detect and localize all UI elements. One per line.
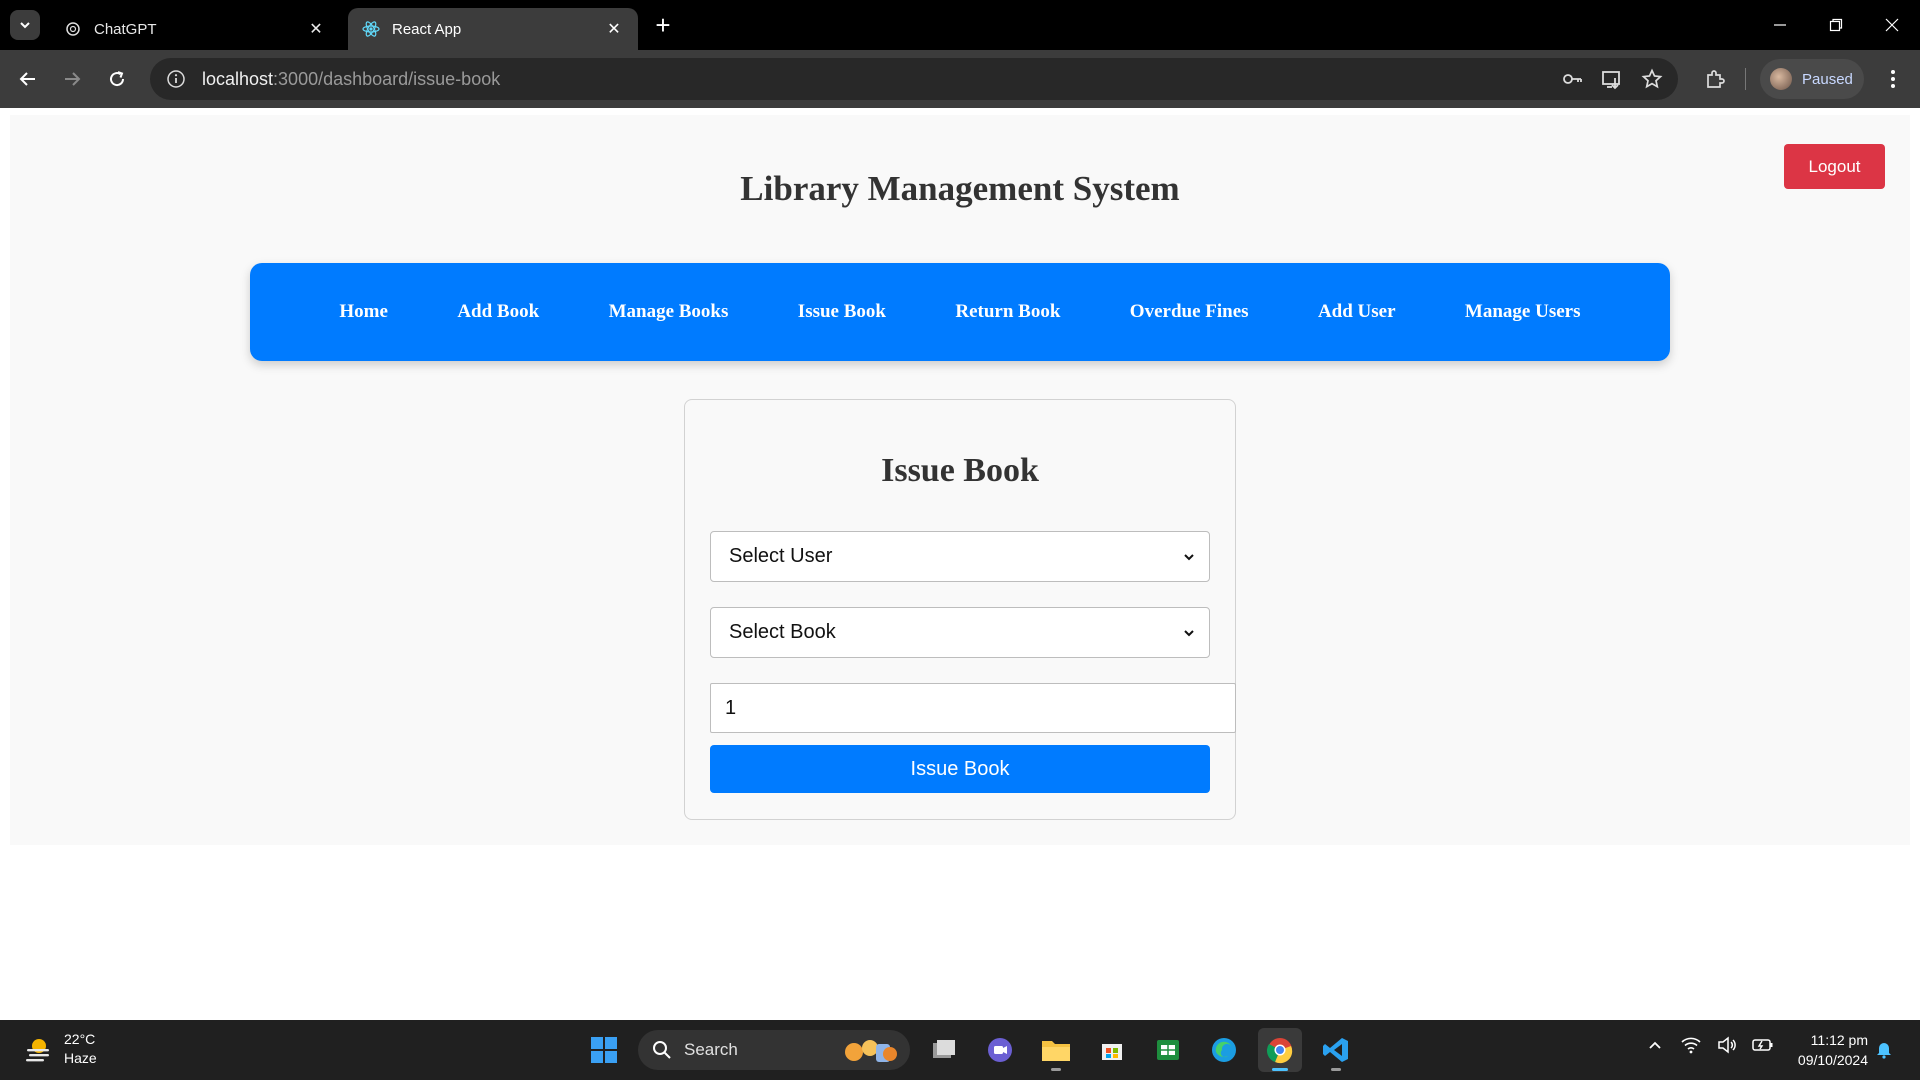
volume-icon[interactable] xyxy=(1716,1034,1738,1056)
chevron-up-icon[interactable] xyxy=(1644,1034,1666,1056)
new-tab-plus-icon[interactable]: + xyxy=(650,12,676,38)
bookmark-star-icon[interactable] xyxy=(1640,67,1664,91)
edge-browser-icon[interactable] xyxy=(1202,1028,1246,1072)
folder-icon[interactable] xyxy=(1034,1028,1078,1072)
sheets-app-icon[interactable] xyxy=(1146,1028,1190,1072)
app-page: Logout Library Management System Home Ad… xyxy=(10,115,1910,845)
kebab-menu-icon[interactable] xyxy=(1878,64,1908,94)
haze-weather-icon xyxy=(22,1033,54,1065)
nav-link-overdue-fines[interactable]: Overdue Fines xyxy=(1130,301,1249,323)
nav-link-add-user[interactable]: Add User xyxy=(1318,301,1396,323)
url-path: :3000/dashboard/issue-book xyxy=(273,68,501,89)
vscode-icon[interactable] xyxy=(1314,1028,1358,1072)
system-tray xyxy=(1644,1034,1774,1056)
user-select-value: Select User xyxy=(729,545,833,567)
running-indicator xyxy=(1272,1068,1288,1071)
password-key-icon[interactable] xyxy=(1560,67,1584,91)
teams-meet-icon[interactable] xyxy=(978,1028,1022,1072)
avatar xyxy=(1770,68,1792,90)
nav-link-manage-books[interactable]: Manage Books xyxy=(609,301,729,323)
page-title: Library Management System xyxy=(740,169,1180,208)
browser-tab-chatgpt[interactable]: ChatGPT ✕ xyxy=(50,8,340,50)
tab-title: ChatGPT xyxy=(94,20,157,38)
running-indicator xyxy=(1051,1068,1061,1071)
reload-icon[interactable] xyxy=(101,63,133,95)
weather-desc: Haze xyxy=(64,1050,97,1066)
react-logo-icon xyxy=(362,20,380,38)
taskbar-search[interactable]: Search xyxy=(638,1030,910,1070)
nav-link-home[interactable]: Home xyxy=(339,301,388,323)
tab-search-button[interactable] xyxy=(10,10,40,40)
file-explorer-stack-icon[interactable] xyxy=(922,1028,966,1072)
site-info-icon[interactable] xyxy=(164,67,188,91)
tab-title: React App xyxy=(392,20,462,38)
address-bar[interactable]: localhost:3000/dashboard/issue-book xyxy=(150,58,1678,100)
profile-status: Paused xyxy=(1802,70,1853,88)
close-icon[interactable]: ✕ xyxy=(306,19,326,39)
weather-widget[interactable]: 22°C Haze xyxy=(22,1030,97,1068)
system-clock[interactable]: 11:12 pm 09/10/2024 xyxy=(1788,1030,1868,1070)
url-host: localhost xyxy=(202,68,274,89)
weather-text: 22°C Haze xyxy=(64,1030,97,1068)
book-select[interactable]: Select Book xyxy=(710,607,1210,658)
battery-charging-icon[interactable] xyxy=(1752,1034,1774,1056)
issue-book-button[interactable]: Issue Book xyxy=(710,745,1210,793)
profile-button[interactable]: Paused xyxy=(1760,59,1864,99)
nav-link-issue-book[interactable]: Issue Book xyxy=(798,301,886,323)
address-url: localhost:3000/dashboard/issue-book xyxy=(202,69,500,90)
browser-tab-react-app[interactable]: React App ✕ xyxy=(348,8,638,50)
browser-toolbar: localhost:3000/dashboard/issue-book Paus… xyxy=(0,50,1920,108)
toolbar-divider xyxy=(1745,68,1746,90)
form-title: Issue Book xyxy=(881,452,1039,489)
chatgpt-logo-icon xyxy=(64,20,82,38)
extensions-puzzle-icon[interactable] xyxy=(1700,64,1730,94)
clock-date: 09/10/2024 xyxy=(1797,1052,1868,1068)
nav-link-return-book[interactable]: Return Book xyxy=(955,301,1060,323)
book-select-value: Select Book xyxy=(729,621,836,643)
address-bar-actions xyxy=(1560,67,1664,91)
chevron-down-icon xyxy=(1181,549,1197,565)
search-icon xyxy=(653,1041,671,1059)
search-highlight-icon xyxy=(845,1040,897,1062)
close-icon[interactable]: ✕ xyxy=(604,19,624,39)
running-indicator xyxy=(1331,1068,1341,1071)
notification-bell-icon[interactable] xyxy=(1874,1040,1894,1060)
quantity-input[interactable] xyxy=(710,683,1236,733)
window-close-icon[interactable] xyxy=(1864,0,1920,50)
chrome-browser-icon[interactable] xyxy=(1258,1028,1302,1072)
store-bag-icon[interactable] xyxy=(1090,1028,1134,1072)
window-controls xyxy=(1752,0,1920,50)
user-select[interactable]: Select User xyxy=(710,531,1210,582)
windows-taskbar: 22°C Haze Search 11:12 pm 09/10/2024 xyxy=(0,1020,1920,1080)
minimize-icon[interactable] xyxy=(1752,0,1808,50)
taskbar-apps: Search xyxy=(582,1028,1358,1072)
search-label: Search xyxy=(684,1040,738,1059)
nav-link-add-book[interactable]: Add Book xyxy=(457,301,539,323)
back-arrow-icon[interactable] xyxy=(12,63,44,95)
wifi-icon[interactable] xyxy=(1680,1034,1702,1056)
chevron-down-icon xyxy=(1181,625,1197,641)
start-windows-icon[interactable] xyxy=(582,1028,626,1072)
weather-temp: 22°C xyxy=(64,1031,96,1047)
forward-arrow-icon[interactable] xyxy=(56,63,88,95)
clock-time: 11:12 pm xyxy=(1810,1032,1868,1048)
nav-link-manage-users[interactable]: Manage Users xyxy=(1465,301,1581,323)
main-nav: Home Add Book Manage Books Issue Book Re… xyxy=(250,263,1670,361)
browser-tab-strip: ChatGPT ✕ React App ✕ + xyxy=(0,0,1920,50)
install-app-icon[interactable] xyxy=(1600,67,1624,91)
chevron-down-icon xyxy=(20,22,30,29)
issue-book-form: Issue Book Select User Select Book Issue… xyxy=(684,399,1236,820)
restore-icon[interactable] xyxy=(1808,0,1864,50)
